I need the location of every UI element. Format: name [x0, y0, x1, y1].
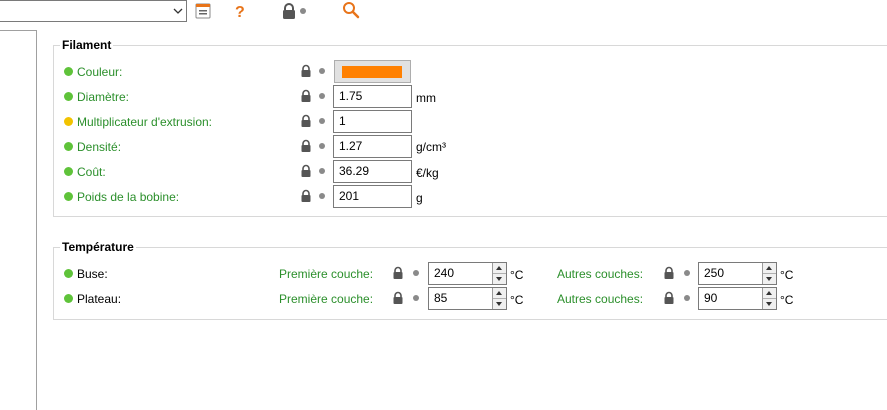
bed-first-layer-label: Première couche: [279, 292, 374, 306]
spin-down-button[interactable] [763, 299, 776, 309]
nozzle-other-layers-label: Autres couches: [557, 267, 644, 281]
status-dot-icon [64, 294, 73, 303]
spin-down-button[interactable] [763, 274, 776, 284]
lock-icon[interactable] [391, 266, 405, 280]
left-panel [0, 30, 37, 410]
reset-bullet-icon[interactable] [413, 295, 419, 301]
nozzle-first-layer-label: Première couche: [279, 267, 374, 281]
extrusion-multiplier-label: Multiplicateur d'extrusion: [77, 115, 213, 129]
reset-bullet-icon[interactable] [684, 270, 690, 276]
lock-icon[interactable] [299, 89, 313, 103]
density-label: Densité: [77, 140, 122, 154]
nozzle-label: Buse: [77, 267, 108, 281]
bed-other-layers-label: Autres couches: [557, 292, 644, 306]
reset-bullet-icon[interactable] [319, 93, 325, 99]
reset-bullet-icon[interactable] [319, 168, 325, 174]
diameter-unit: mm [416, 91, 436, 105]
status-dot-icon [64, 269, 73, 278]
color-label: Couleur: [77, 65, 123, 79]
nozzle-other-layers-spinbox[interactable]: 250 [698, 262, 777, 285]
lock-icon[interactable] [662, 266, 676, 280]
lock-bullet-icon [300, 8, 306, 14]
bed-first-layer-spinbox[interactable]: 85 [428, 287, 507, 310]
diameter-input[interactable]: 1.75 [333, 85, 412, 108]
spin-up-button[interactable] [493, 288, 506, 299]
bed-other-layers-value: 90 [704, 291, 718, 305]
nozzle-first-layer-unit: °C [510, 268, 524, 282]
density-unit: g/cm³ [416, 140, 446, 154]
status-dot-icon [64, 142, 73, 151]
status-dot-icon [64, 167, 73, 176]
help-icon[interactable]: ? [231, 2, 249, 20]
nozzle-other-layers-value: 250 [704, 266, 725, 280]
nozzle-other-layers-unit: °C [780, 268, 794, 282]
bed-other-layers-unit: °C [780, 293, 794, 307]
spin-up-button[interactable] [763, 288, 776, 299]
cost-label: Coût: [77, 165, 106, 179]
lock-icon[interactable] [299, 139, 313, 153]
lock-icon[interactable] [299, 114, 313, 128]
status-dot-icon [64, 67, 73, 76]
bed-other-layers-spinbox[interactable]: 90 [698, 287, 777, 310]
save-icon[interactable] [194, 2, 212, 20]
color-picker-button[interactable] [334, 60, 411, 83]
reset-bullet-icon[interactable] [684, 295, 690, 301]
color-swatch [342, 66, 402, 78]
reset-bullet-icon[interactable] [319, 143, 325, 149]
reset-bullet-icon[interactable] [319, 193, 325, 199]
chevron-down-icon [173, 8, 183, 14]
spool-weight-input[interactable]: 201 [333, 185, 412, 208]
bed-first-layer-value: 85 [434, 291, 448, 305]
status-dot-icon [64, 192, 73, 201]
lock-icon[interactable] [662, 291, 676, 305]
diameter-label: Diamètre: [77, 90, 130, 104]
spin-down-button[interactable] [493, 274, 506, 284]
svg-text:?: ? [235, 4, 245, 20]
extrusion-multiplier-input[interactable]: 1 [333, 110, 412, 133]
cost-input[interactable]: 36.29 [333, 160, 412, 183]
status-dot-icon [64, 92, 73, 101]
spin-down-button[interactable] [493, 299, 506, 309]
temperature-group-title: Température [60, 240, 136, 254]
nozzle-first-layer-value: 240 [434, 266, 455, 280]
spool-weight-unit: g [416, 191, 423, 205]
reset-bullet-icon[interactable] [413, 270, 419, 276]
spin-up-button[interactable] [763, 263, 776, 274]
lock-icon[interactable] [299, 189, 313, 203]
nozzle-first-layer-spinbox[interactable]: 240 [428, 262, 507, 285]
filament-group-title: Filament [60, 38, 114, 52]
reset-bullet-icon[interactable] [319, 68, 325, 74]
reset-bullet-icon[interactable] [319, 118, 325, 124]
status-dot-icon [64, 117, 73, 126]
spool-weight-label: Poids de la bobine: [77, 190, 180, 204]
bed-first-layer-unit: °C [510, 293, 524, 307]
cost-unit: €/kg [416, 166, 439, 180]
preset-combo[interactable] [0, 0, 187, 22]
density-input[interactable]: 1.27 [333, 135, 412, 158]
lock-icon[interactable] [391, 291, 405, 305]
bed-label: Plateau: [77, 292, 122, 306]
search-icon[interactable] [342, 1, 360, 19]
spin-up-button[interactable] [493, 263, 506, 274]
lock-icon[interactable] [280, 2, 298, 20]
lock-icon[interactable] [299, 64, 313, 78]
lock-icon[interactable] [299, 164, 313, 178]
